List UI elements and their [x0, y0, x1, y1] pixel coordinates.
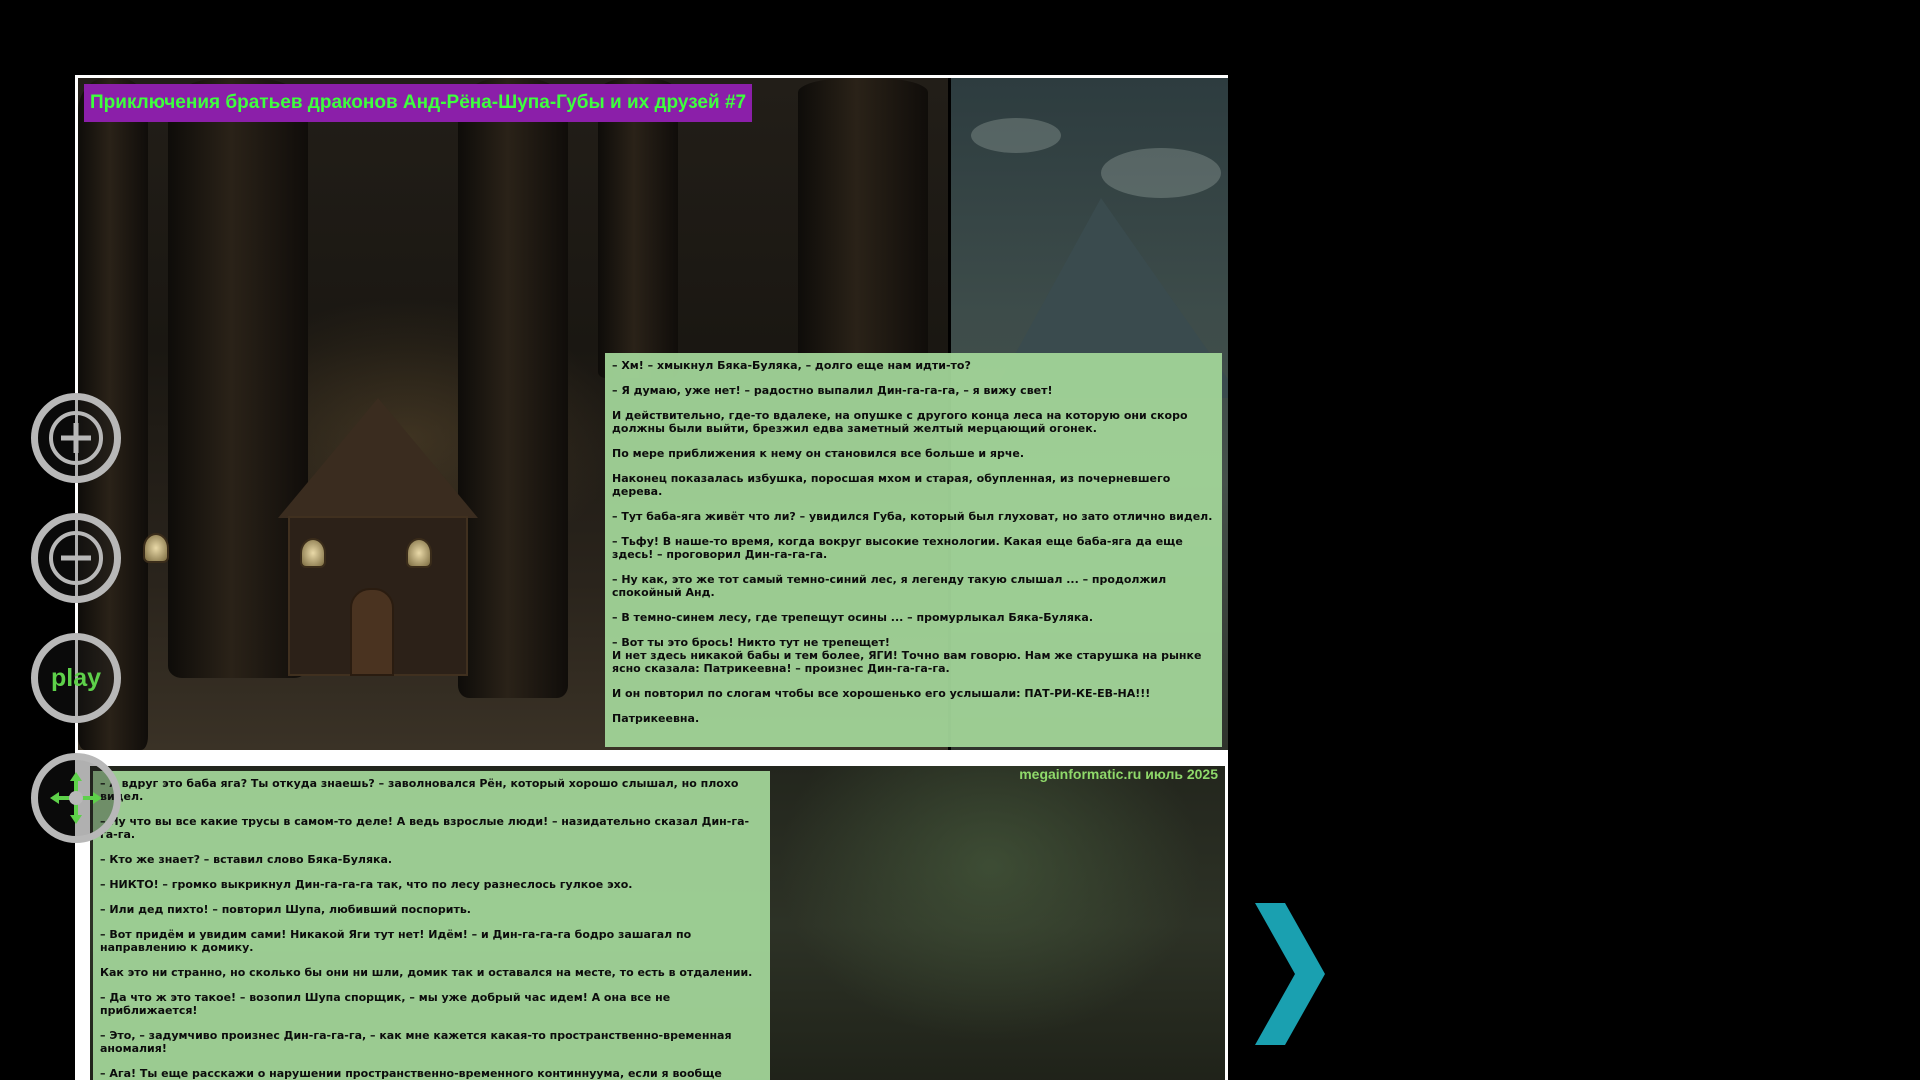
- dialogue-line: – Я думаю, уже нет! – радостно выпалил Д…: [612, 384, 1053, 397]
- dialogue-line: Наконец показалась избушка, поросшая мхо…: [612, 472, 1171, 498]
- dialogue-line: – Ну как, это же тот самый темно-синий л…: [612, 573, 1167, 599]
- zoom-out-button[interactable]: [31, 513, 121, 603]
- dialogue-line: – Ну что вы все какие трусы в самом-то д…: [100, 815, 750, 841]
- pan-button[interactable]: [31, 753, 121, 843]
- comic-panel-bottom: – А вдруг это баба яга? Ты откуда знаешь…: [75, 758, 1228, 1080]
- zoom-out-icon: [49, 531, 103, 585]
- hut-window: [406, 538, 432, 568]
- pan-arrows-icon: [50, 772, 102, 824]
- hut-door: [350, 588, 394, 676]
- dialogue-line: – Или дед пихто! – повторил Шупа, любивш…: [100, 903, 471, 916]
- hut-roof: [278, 398, 478, 518]
- dialogue-line: По мере приближения к нему он становился…: [612, 447, 1025, 460]
- cloud: [1101, 148, 1221, 198]
- dialogue-line: – Тут баба-яга живёт что ли? – увидился …: [612, 510, 1213, 523]
- comic-page: Приключения братьев драконов Анд-Рёна-Шу…: [75, 75, 1228, 1080]
- dialogue-line: – Ага! Ты еще расскажи о нарушении прост…: [100, 1067, 722, 1080]
- hut-window: [300, 538, 326, 568]
- dialogue-line: – Кто же знает? – вставил слово Бяка-Бул…: [100, 853, 393, 866]
- dialogue-line: – Это, – задумчиво произнес Дин-га-га-га…: [100, 1029, 732, 1055]
- dialogue-line: Как это ни странно, но сколько бы они ни…: [100, 966, 753, 979]
- comic-title: Приключения братьев драконов Анд-Рёна-Шу…: [84, 84, 753, 122]
- tree-trunk: [598, 78, 678, 378]
- dialogue-line: Патрикеевна.: [612, 712, 700, 725]
- tree-trunk: [798, 78, 928, 368]
- dialogue-line: – НИКТО! – громко выкрикнул Дин-га-га-га…: [100, 878, 633, 891]
- tree-trunk: [458, 78, 568, 698]
- dialogue-box-top: – Хм! – хмыкнул Бяка-Буляка, – долго еще…: [605, 353, 1222, 747]
- dialogue-line: И действительно, где-то вдалеке, на опуш…: [612, 409, 1188, 435]
- dialogue-line: – Хм! – хмыкнул Бяка-Буляка, – долго еще…: [612, 359, 971, 372]
- dialogue-line: – Тьфу! В наше-то время, когда вокруг вы…: [612, 535, 1183, 561]
- hut-window: [143, 533, 169, 563]
- play-label: play: [50, 663, 102, 692]
- cloud: [971, 118, 1061, 153]
- chevron-right-icon: [1255, 903, 1325, 1045]
- dialogue-box-bottom: – А вдруг это баба яга? Ты откуда знаешь…: [93, 771, 770, 1080]
- dialogue-line: – Вот ты это брось! Никто тут не трепеще…: [612, 636, 1202, 675]
- play-button[interactable]: play: [31, 633, 121, 723]
- watermark: megainformatic.ru июль 2025: [1019, 766, 1218, 782]
- tree-trunk: [168, 78, 308, 678]
- dialogue-line: – В темно-синем лесу, где трепещут осины…: [612, 611, 1093, 624]
- dialogue-line: – Вот придём и увидим сами! Никакой Яги …: [100, 928, 692, 954]
- comic-panel-top: Приключения братьев драконов Анд-Рёна-Шу…: [78, 78, 1228, 750]
- next-page-button[interactable]: [1255, 903, 1325, 1045]
- dialogue-line: – Да что ж это такое! – возопил Шупа спо…: [100, 991, 671, 1017]
- zoom-in-icon: [49, 411, 103, 465]
- dialogue-line: И он повторил по слогам чтобы все хороше…: [612, 687, 1151, 700]
- dialogue-line: – А вдруг это баба яга? Ты откуда знаешь…: [100, 777, 739, 803]
- zoom-in-button[interactable]: [31, 393, 121, 483]
